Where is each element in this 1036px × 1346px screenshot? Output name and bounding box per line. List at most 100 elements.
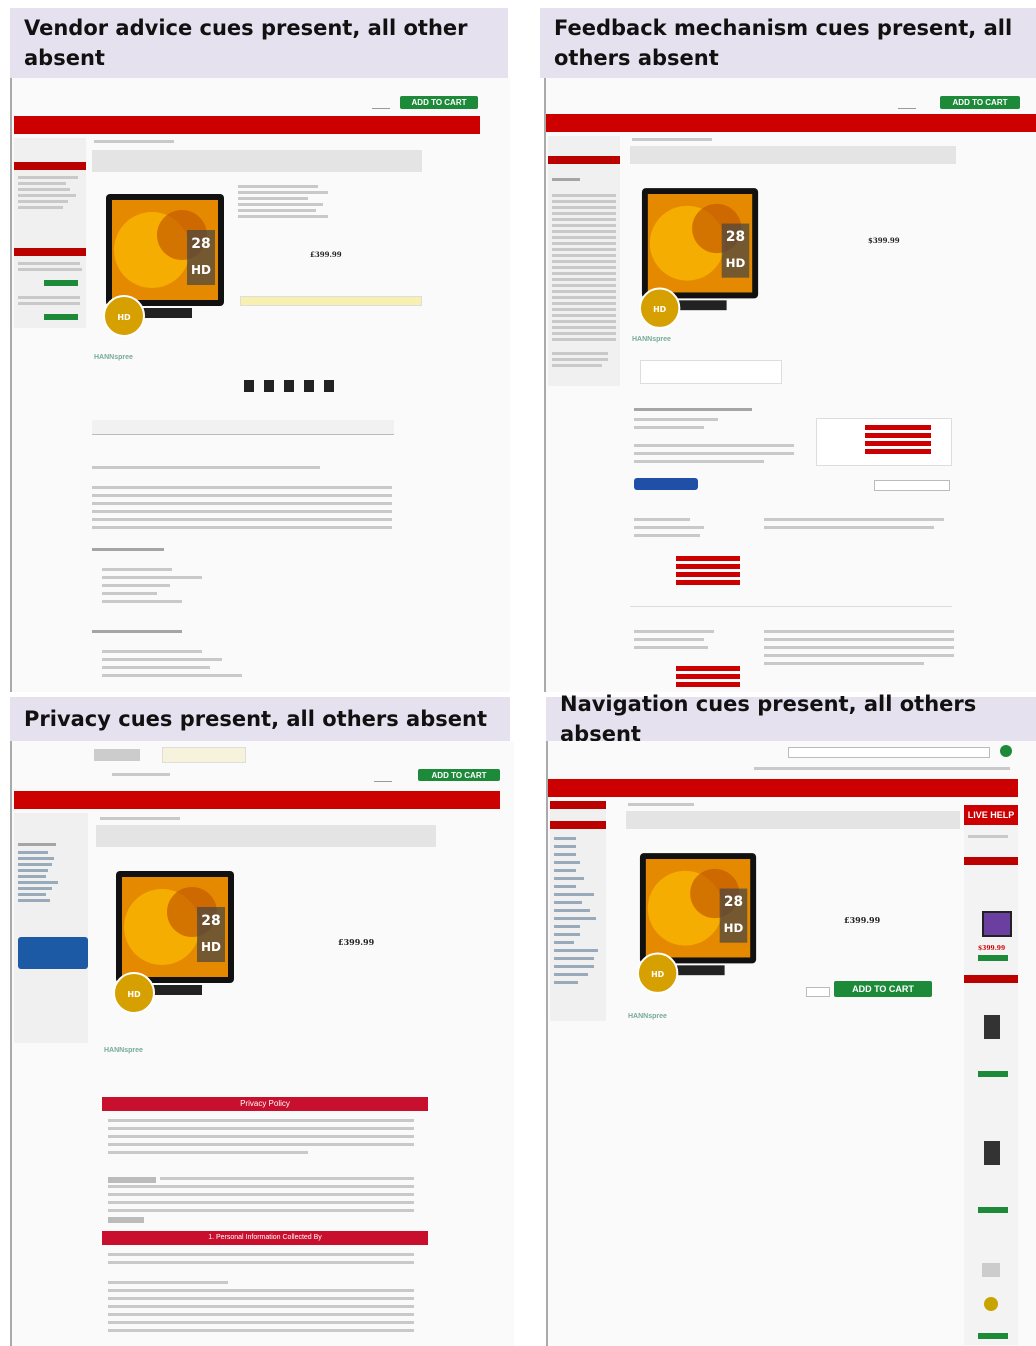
- panel-vendor-advice: Vendor advice cues present, all other ab…: [0, 0, 515, 695]
- warranty-add-button[interactable]: [44, 280, 78, 286]
- category-link[interactable]: [554, 941, 574, 944]
- add-to-cart-button[interactable]: ADD TO CART: [940, 96, 1020, 109]
- category-link[interactable]: [554, 901, 582, 904]
- protection-dropdown[interactable]: [240, 296, 422, 306]
- company-info-sidebar: [14, 813, 88, 1043]
- svg-text:28: 28: [191, 236, 210, 252]
- search-go-button[interactable]: [1000, 745, 1012, 757]
- quantity-field[interactable]: [898, 102, 916, 109]
- svg-text:28: 28: [726, 229, 745, 245]
- sidebar-header: [550, 821, 606, 829]
- sidebar-header: [14, 248, 86, 256]
- live-help-button[interactable]: LIVE HELP: [964, 805, 1018, 825]
- category-link[interactable]: [554, 957, 594, 960]
- personal-info-header: 1. Personal Information Collected By: [102, 1231, 428, 1245]
- product-price: $399.99: [868, 236, 900, 245]
- sidebar-link[interactable]: [18, 857, 54, 860]
- svg-text:HD: HD: [117, 313, 131, 322]
- sidebar-header: [550, 801, 606, 809]
- search-input[interactable]: [788, 747, 990, 758]
- screenshot: ADD TO CART 28 HD HD $399.99 HANNspree: [544, 78, 1036, 692]
- sidebar-link[interactable]: [18, 881, 58, 884]
- category-link[interactable]: [554, 973, 588, 976]
- add-to-cart-button[interactable]: ADD TO CART: [418, 769, 500, 781]
- right-sidebar: LIVE HELP $399.99: [964, 805, 1018, 1345]
- nav-bar: [14, 791, 500, 809]
- rating-bars-box: [816, 418, 952, 466]
- category-link[interactable]: [554, 949, 598, 952]
- thumbnail-strip[interactable]: [244, 380, 384, 394]
- sidebar-header: [548, 156, 620, 164]
- site-logo: [94, 749, 140, 761]
- category-link[interactable]: [554, 965, 594, 968]
- svg-text:28: 28: [724, 894, 743, 910]
- product-price: £399.99: [844, 915, 881, 925]
- product-title: [96, 825, 436, 847]
- sidebar-link[interactable]: [18, 863, 52, 866]
- svg-text:HD: HD: [201, 940, 221, 954]
- feedback-sidebar: [548, 136, 620, 386]
- svg-text:HD: HD: [726, 256, 746, 270]
- quantity-field[interactable]: [806, 987, 830, 997]
- nav-bar: [546, 114, 1036, 132]
- category-link[interactable]: [554, 861, 580, 864]
- panel-navigation: Navigation cues present, all others abse…: [540, 692, 1036, 1346]
- category-link[interactable]: [554, 981, 578, 984]
- svg-text:28: 28: [201, 913, 220, 929]
- product-price: £399.99: [338, 937, 375, 947]
- write-review-button[interactable]: [634, 478, 698, 490]
- sidebar-link[interactable]: [18, 887, 52, 890]
- wall-mount-thumbnail[interactable]: [984, 1141, 1000, 1165]
- category-link[interactable]: [554, 837, 576, 840]
- brand-logo: HANNspree: [632, 336, 671, 343]
- product-thumbnail[interactable]: [984, 1297, 998, 1311]
- sidebar: [14, 138, 86, 328]
- sidebar-link[interactable]: [18, 893, 46, 896]
- breadcrumb[interactable]: [100, 817, 180, 820]
- reviews-heading: [634, 408, 752, 411]
- tv-product-image: 28 HD HD: [638, 188, 759, 329]
- category-link[interactable]: [554, 869, 576, 872]
- tv-product-image: 28 HD HD: [636, 853, 757, 994]
- category-link[interactable]: [554, 925, 580, 928]
- sidebar-link[interactable]: [18, 899, 50, 902]
- breadcrumb[interactable]: [632, 138, 712, 141]
- svg-text:HD: HD: [127, 990, 141, 999]
- screenshot: 28 HD HD £399.99 ADD TO CART HANNspree L…: [546, 741, 1036, 1346]
- wall-mount-thumbnail[interactable]: [984, 1015, 1000, 1039]
- product-title: [92, 150, 422, 172]
- paypal-logo: [162, 747, 246, 763]
- sidebar-link[interactable]: [18, 875, 46, 878]
- warranty-add-button[interactable]: [44, 314, 78, 320]
- product-thumbnail[interactable]: [982, 1263, 1000, 1277]
- panel-caption: Privacy cues present, all others absent: [10, 697, 510, 741]
- breadcrumb[interactable]: [94, 140, 174, 143]
- svg-text:HD: HD: [191, 263, 211, 277]
- spec-table: [238, 182, 358, 221]
- category-link[interactable]: [554, 933, 580, 936]
- tv-thumbnail[interactable]: [982, 911, 1012, 937]
- category-nav-bar[interactable]: [548, 779, 1018, 797]
- category-link[interactable]: [554, 909, 590, 912]
- brand-logo: HANNspree: [94, 354, 133, 361]
- category-link[interactable]: [554, 877, 584, 880]
- sidebar-link[interactable]: [18, 851, 48, 854]
- sort-dropdown[interactable]: [874, 480, 950, 491]
- quantity-field[interactable]: [374, 775, 392, 782]
- brand-logo: HANNspree: [104, 1047, 143, 1054]
- product-tabs[interactable]: [92, 420, 394, 435]
- category-link[interactable]: [554, 893, 594, 896]
- category-link[interactable]: [554, 853, 576, 856]
- bbb-badge-icon[interactable]: [18, 937, 88, 969]
- quantity-field[interactable]: [372, 102, 390, 109]
- category-link[interactable]: [554, 845, 576, 848]
- panel-caption: Vendor advice cues present, all other ab…: [10, 8, 508, 78]
- product-price: £399.99: [310, 250, 342, 259]
- product-title: [626, 811, 960, 829]
- category-link[interactable]: [554, 917, 596, 920]
- add-to-cart-button[interactable]: ADD TO CART: [834, 981, 932, 997]
- breadcrumb[interactable]: [628, 803, 694, 806]
- sidebar-link[interactable]: [18, 869, 48, 872]
- category-link[interactable]: [554, 885, 576, 888]
- add-to-cart-button[interactable]: ADD TO CART: [400, 96, 478, 109]
